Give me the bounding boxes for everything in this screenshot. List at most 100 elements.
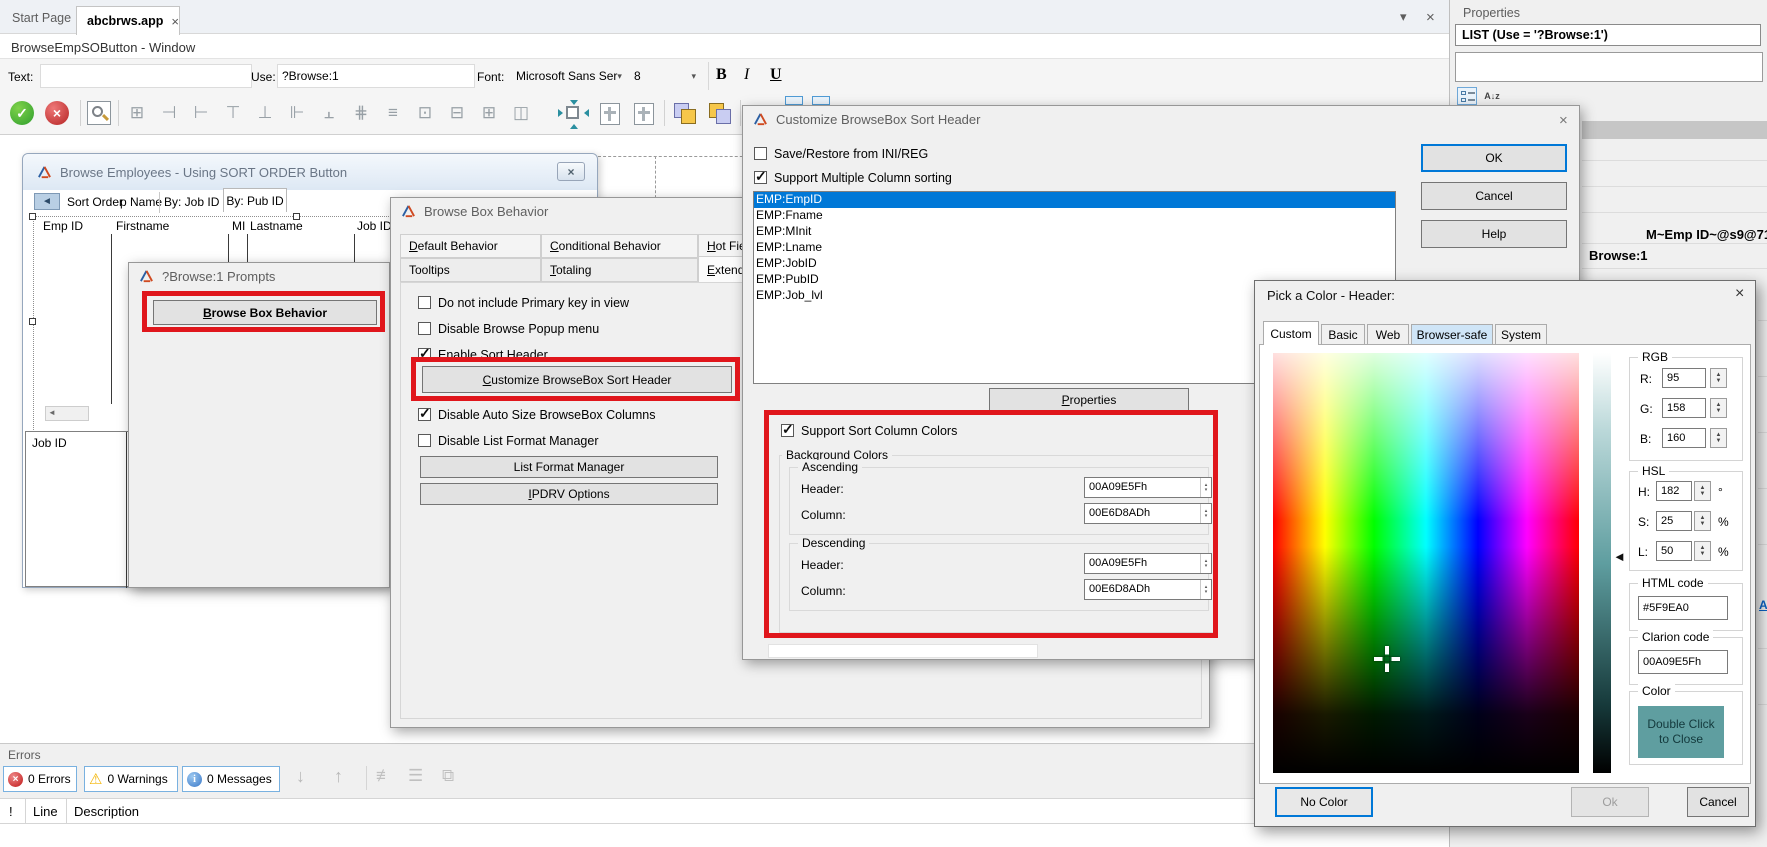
tab-totaling[interactable]: Totaling xyxy=(541,258,698,282)
list-item[interactable]: EMP:JobID xyxy=(754,256,1395,272)
color-cancel-button[interactable]: Cancel xyxy=(1687,787,1749,817)
errors-list-body[interactable] xyxy=(0,824,1449,847)
format-report-icon[interactable] xyxy=(634,103,654,125)
tabstrip-dropdown-icon[interactable]: ▾ xyxy=(1400,9,1407,25)
font-name-select[interactable]: Microsoft Sans Ser ▾ xyxy=(512,64,622,88)
g-spinner[interactable]: ▲ ▼ xyxy=(1710,398,1727,418)
properties-button[interactable]: Properties xyxy=(989,388,1189,411)
tab-close-icon[interactable]: × xyxy=(171,14,179,29)
s-input[interactable]: 25 xyxy=(1656,511,1692,531)
tabstrip-close-icon[interactable]: × xyxy=(1426,9,1435,26)
alphabetical-sort-icon[interactable]: A↓z xyxy=(1481,87,1503,105)
toolbar-toggle-partial-2[interactable] xyxy=(812,96,830,105)
color-tab-browser-safe[interactable]: Browser-safe xyxy=(1411,324,1493,345)
list-item-selected[interactable]: EMP:EmpID xyxy=(754,192,1395,208)
align-top-icon[interactable]: ⊤ xyxy=(220,101,246,125)
center-vertical-icon[interactable]: ⫠ xyxy=(316,101,342,125)
window-close-button[interactable]: × xyxy=(557,162,585,181)
clarion-code-input[interactable]: 00A09E5Fh xyxy=(1638,650,1728,674)
color-tab-web[interactable]: Web xyxy=(1367,324,1409,345)
next-error-icon[interactable]: ↓ xyxy=(296,766,305,787)
use-input[interactable]: ?Browse:1 xyxy=(277,64,475,88)
spread-vertical-icon[interactable]: ≡ xyxy=(380,101,406,125)
prev-error-icon[interactable]: ↑ xyxy=(334,766,343,787)
ipdrv-options-button[interactable]: IPDRV Options xyxy=(420,483,718,505)
l-spinner[interactable]: ▲ ▼ xyxy=(1694,541,1711,561)
messages-filter-button[interactable]: i 0 Messages xyxy=(182,766,280,792)
tab-start-page[interactable]: Start Page xyxy=(12,11,71,25)
color-dialog-title[interactable]: Pick a Color - Header: xyxy=(1267,288,1395,303)
italic-button[interactable]: I xyxy=(744,66,749,84)
align-window-icon[interactable]: ⊞ xyxy=(124,101,150,125)
accept-icon[interactable]: ✓ xyxy=(10,101,34,125)
cancel-icon[interactable]: × xyxy=(45,101,69,125)
bold-button[interactable]: B xyxy=(716,66,727,84)
r-input[interactable]: 95 xyxy=(1662,368,1706,388)
color-gradient-field[interactable] xyxy=(1273,353,1579,773)
customize-help-button[interactable]: Help xyxy=(1421,220,1567,248)
center-in-window-icon[interactable] xyxy=(558,100,589,129)
color-ok-button[interactable]: Ok xyxy=(1571,787,1649,817)
spread-horizontal-icon[interactable]: ⋕ xyxy=(348,101,374,125)
tab-default-behavior[interactable]: Default Behavior xyxy=(400,234,541,258)
color-tab-basic[interactable]: Basic xyxy=(1321,324,1365,345)
bring-to-front-icon[interactable] xyxy=(673,102,697,124)
copy-icon[interactable]: ⧉ xyxy=(442,766,454,786)
send-to-back-icon[interactable] xyxy=(708,102,732,124)
customize-cancel-button[interactable]: Cancel xyxy=(1421,182,1567,210)
text-input[interactable] xyxy=(40,64,252,88)
h-spinner[interactable]: ▲ ▼ xyxy=(1694,481,1711,501)
sort-order-button-icon[interactable]: ◄ xyxy=(34,193,60,210)
partial-link[interactable]: A xyxy=(1759,598,1767,612)
r-spinner[interactable]: ▲ ▼ xyxy=(1710,368,1727,388)
tab-abcbrws-app[interactable]: abcbrws.app × xyxy=(76,6,180,35)
browse-window-titlebar[interactable]: Browse Employees - Using SORT ORDER Butt… xyxy=(23,154,597,190)
list-format-manager-button[interactable]: List Format Manager xyxy=(420,456,718,478)
browse-box-behavior-button[interactable]: Browse Box Behavior xyxy=(153,300,377,325)
same-width-icon[interactable]: ⊟ xyxy=(444,101,470,125)
underline-button[interactable]: U xyxy=(770,66,782,84)
selection-handle[interactable] xyxy=(293,213,300,220)
selection-handle[interactable] xyxy=(29,213,36,220)
font-size-select[interactable]: 8 ▾ xyxy=(628,64,702,88)
checkbox-enable-sort-header[interactable] xyxy=(418,345,431,362)
align-bottom-icon[interactable]: ⊥ xyxy=(252,101,278,125)
prompts-dialog-titlebar[interactable]: ?Browse:1 Prompts xyxy=(129,263,389,289)
same-size-icon[interactable]: ◫ xyxy=(508,101,534,125)
property-use-value[interactable]: Browse:1 xyxy=(1589,248,1648,263)
sort-tab-sort-order[interactable]: Sort Order xyxy=(67,195,123,209)
list-item[interactable]: EMP:Lname xyxy=(754,240,1395,256)
property-format-value[interactable]: M~Emp ID~@s9@71L(2)| xyxy=(1646,227,1767,242)
asc-column-input[interactable]: 00E6D8ADh ▴ ▾ xyxy=(1084,503,1212,524)
color-tab-system[interactable]: System xyxy=(1495,324,1547,345)
selected-control-box[interactable]: LIST (Use = '?Browse:1') xyxy=(1455,24,1761,46)
g-input[interactable]: 158 xyxy=(1662,398,1706,418)
toolbar-toggle-partial-1[interactable] xyxy=(785,96,803,105)
clear-list-icon[interactable]: ≢ xyxy=(376,766,393,786)
checkbox-disable-popup[interactable] xyxy=(418,322,431,335)
list-item[interactable]: EMP:Fname xyxy=(754,208,1395,224)
color-crosshair[interactable] xyxy=(1374,646,1400,672)
customize-ok-button[interactable]: OK xyxy=(1421,144,1567,172)
browse-hscrollbar[interactable]: ◄ xyxy=(45,406,89,421)
job-id-list[interactable]: Job ID J xyxy=(25,431,141,588)
size-to-fit-icon[interactable]: ⊡ xyxy=(412,101,438,125)
same-height-icon[interactable]: ⊞ xyxy=(476,101,502,125)
checkbox-sort-colors[interactable] xyxy=(781,421,794,438)
checkbox-no-primary-key[interactable] xyxy=(418,296,431,309)
format-page-icon[interactable] xyxy=(600,103,620,125)
categorized-view-icon[interactable] xyxy=(1457,87,1477,105)
align-right-icon[interactable]: ⊢ xyxy=(188,101,214,125)
b-spinner[interactable]: ▲ ▼ xyxy=(1710,428,1727,448)
selection-handle[interactable] xyxy=(29,318,36,325)
errors-filter-button[interactable]: × 0 Errors xyxy=(3,766,77,792)
l-input[interactable]: 50 xyxy=(1656,541,1692,561)
show-list-icon[interactable]: ☰ xyxy=(408,766,423,786)
html-code-input[interactable]: #5F9EA0 xyxy=(1638,596,1728,620)
warnings-filter-button[interactable]: ⚠ 0 Warnings xyxy=(84,766,178,792)
list-item[interactable]: EMP:MInit xyxy=(754,224,1395,240)
customize-dialog-titlebar[interactable]: Customize BrowseBox Sort Header xyxy=(743,106,1579,132)
s-spinner[interactable]: ▲ ▼ xyxy=(1694,511,1711,531)
checkbox-disable-autosize[interactable] xyxy=(418,405,431,422)
checkbox-disable-lfm[interactable] xyxy=(418,434,431,447)
